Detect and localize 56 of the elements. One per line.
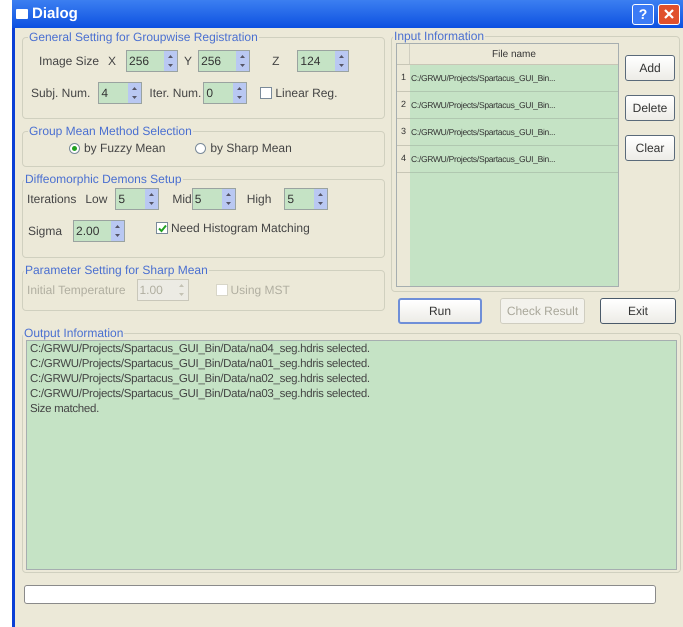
status-field[interactable] [24, 585, 656, 604]
group-title: Parameter Setting for Sharp Mean [24, 263, 209, 277]
spin-box[interactable]: 2.00 [73, 220, 126, 242]
close-button[interactable] [658, 4, 680, 24]
spin-box[interactable]: 5 [115, 188, 160, 210]
checkbox[interactable]: Linear Reg. [260, 84, 338, 102]
button[interactable]: Add [625, 55, 675, 81]
spin-box[interactable]: 0 [203, 82, 248, 104]
checkbox[interactable]: Need Histogram Matching [156, 219, 310, 237]
table-cell: C:/GRWU/Projects/Spartacus_GUI_Bin... [411, 126, 556, 138]
field-label: Iterations [27, 191, 76, 208]
check-icon [158, 224, 167, 232]
field-label: Y [184, 53, 192, 70]
row-number: 1 [400, 71, 406, 84]
log-line: Size matched. [30, 402, 100, 417]
group-title: General Setting for Groupwise Registration [28, 30, 259, 44]
button[interactable]: Clear [625, 135, 675, 161]
spin-box[interactable]: 5 [284, 188, 328, 210]
spin-box[interactable]: 256 [126, 50, 178, 72]
field-label: Subj. Num. [31, 85, 90, 102]
field-label: Z [272, 53, 280, 70]
radio-button[interactable]: by Sharp Mean [195, 139, 292, 157]
button[interactable]: Run [398, 298, 482, 324]
help-button[interactable]: ? [632, 4, 654, 24]
table-cell: C:/GRWU/Projects/Spartacus_GUI_Bin... [411, 72, 556, 84]
field-label: Image Size [39, 53, 100, 70]
spin-box[interactable]: 5 [192, 188, 236, 210]
field-label: Iter. Num. [149, 85, 202, 102]
group-title: Input Information [393, 29, 486, 43]
radio-button[interactable]: by Fuzzy Mean [69, 139, 166, 157]
button[interactable]: Exit [600, 298, 676, 324]
close-icon [663, 8, 675, 20]
field-label: Mid [172, 191, 192, 208]
button[interactable]: Delete [625, 95, 675, 121]
field-label: Sigma [28, 223, 62, 240]
field-label: X [108, 53, 116, 70]
window-icon [16, 9, 28, 19]
log-line: C:/GRWU/Projects/Spartacus_GUI_Bin/Data/na04_seg.hdris selected. [30, 342, 371, 357]
spin-box[interactable]: 4 [98, 82, 142, 104]
field-label: Low [85, 191, 108, 208]
log-line: C:/GRWU/Projects/Spartacus_GUI_Bin/Data/na02_seg.hdris selected. [30, 372, 371, 387]
row-number: 2 [400, 98, 406, 112]
table-cell: C:/GRWU/Projects/Spartacus_GUI_Bin... [411, 152, 556, 166]
log-line: C:/GRWU/Projects/Spartacus_GUI_Bin/Data/na01_seg.hdris selected. [30, 357, 371, 372]
log-line: C:/GRWU/Projects/Spartacus_GUI_Bin/Data/na03_seg.hdris selected. [30, 387, 371, 402]
table-cell: C:/GRWU/Projects/Spartacus_GUI_Bin... [411, 98, 556, 112]
window-title: Dialog [32, 4, 79, 24]
spin-box[interactable]: 124 [297, 50, 350, 72]
spin-box[interactable]: 256 [198, 50, 250, 72]
group-title: Diffeomorphic Demons Setup [24, 172, 183, 186]
field-label: High [246, 191, 272, 208]
group-title: Group Mean Method Selection [28, 124, 193, 138]
row-number: 4 [400, 152, 406, 166]
field-label: Initial Temperature [27, 282, 126, 299]
group-title: Output Information [23, 326, 124, 340]
row-number: 3 [400, 125, 406, 138]
